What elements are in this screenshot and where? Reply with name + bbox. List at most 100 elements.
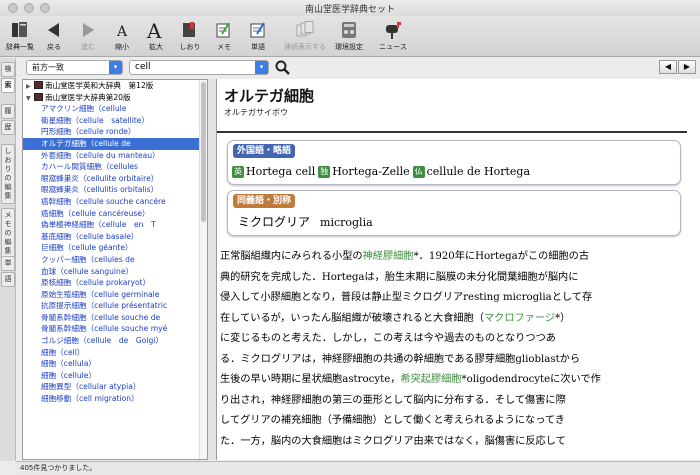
body-text: た．一方，脳内の大食細胞はミクログリア由来ではなく，脳傷害に反応して bbox=[220, 435, 566, 447]
cross-reference-link[interactable]: マクロファージ bbox=[484, 313, 555, 324]
list-item[interactable]: クッパー細胞（cellules de bbox=[23, 254, 207, 266]
body-text: *．1920年にHortegaがこの細胞の古 bbox=[413, 251, 590, 262]
status-bar: 405件見つかりました。 bbox=[16, 461, 700, 475]
preferences-button[interactable]: 環境設定 bbox=[327, 16, 371, 56]
word-button[interactable]: 単語 bbox=[241, 16, 275, 56]
forward-button[interactable]: 進む bbox=[71, 16, 105, 56]
cross-reference-link[interactable]: 希突起膠細胞 bbox=[400, 374, 461, 385]
list-item[interactable]: 円形細胞（cellule ronde） bbox=[23, 126, 207, 138]
list-item[interactable]: 眼窩蜂巣炎（cellulite orbitaire） bbox=[23, 173, 207, 185]
search-query-text: cell bbox=[135, 62, 151, 72]
book-node[interactable]: ▼ 南山堂医学大辞典第20版 bbox=[23, 92, 207, 104]
list-item[interactable]: 癌幹細胞（cellule souche cancére bbox=[23, 196, 207, 208]
font-larger-button[interactable]: A 拡大 bbox=[139, 16, 173, 56]
body-text: 典的研究を完成した．Hortegaは，胎生末期に脳膜の未分化間葉細胞が脳内に bbox=[220, 271, 579, 283]
list-item[interactable]: 細胞（cellule） bbox=[23, 370, 207, 382]
tab-memo-edit[interactable]: メモの編集 bbox=[1, 208, 15, 259]
result-list: ▶ 南山堂医学英和大辞典 第12版 ▼ 南山堂医学大辞典第20版 アマクリン細胞（c… bbox=[22, 79, 208, 460]
book-node[interactable]: ▶ 南山堂医学英和大辞典 第12版 bbox=[23, 80, 207, 92]
entry-view: オルテガ細胞 オルテガサイボウ 外国語・略語 英 Hortega cell 独 Hor… bbox=[216, 79, 700, 460]
svg-text:A: A bbox=[146, 20, 162, 40]
next-entry-button[interactable]: ▶ bbox=[678, 60, 696, 74]
list-item[interactable]: 偽単極神経細胞（cellule en T bbox=[23, 219, 207, 231]
app-window: 南山堂医学辞典セット 辞典一覧 戻る 進む A 縮小 A 拡大 しおり メモ 単… bbox=[0, 0, 700, 475]
tab-index[interactable]: 索 bbox=[1, 78, 15, 93]
book-list-icon bbox=[10, 19, 30, 41]
memo-button[interactable]: メモ bbox=[207, 16, 241, 56]
synonym-en: microglia bbox=[320, 216, 373, 229]
settings-icon bbox=[339, 19, 359, 41]
dictionary-list-button[interactable]: 辞典一覧 bbox=[3, 16, 37, 56]
body-text: *oligodendrocyteに次いで作 bbox=[461, 374, 601, 385]
foreign-terms: 英 Hortega cell 独 Hortega-Zelle 仏 cellule de H… bbox=[232, 165, 533, 178]
chevron-down-icon: ▾ bbox=[109, 61, 122, 74]
bookmark-button[interactable]: しおり bbox=[173, 16, 207, 56]
list-item[interactable]: 原核細胞（cellule prokaryot） bbox=[23, 277, 207, 289]
list-item[interactable]: カハール間質細胞（cellules bbox=[23, 161, 207, 173]
cross-reference-link[interactable]: 神経膠細胞 bbox=[363, 251, 414, 262]
list-item[interactable]: 癌細胞（cellule cancéreuse） bbox=[23, 208, 207, 220]
list-item[interactable]: 骨髄系幹細胞（cellule souche myé bbox=[23, 323, 207, 335]
list-item[interactable]: 巨細胞（cellule géante） bbox=[23, 242, 207, 254]
close-window-button[interactable] bbox=[8, 3, 18, 13]
search-input[interactable]: cell ▾ bbox=[129, 60, 269, 75]
history-dropdown-icon[interactable]: ▾ bbox=[255, 61, 268, 74]
foreign-term: cellule de Hortega bbox=[426, 165, 531, 178]
list-item[interactable]: 眼窩蜂巣炎（cellulitis orbitalis） bbox=[23, 184, 207, 196]
list-item[interactable]: 細胞異型（cellular atypia） bbox=[23, 381, 207, 393]
list-item[interactable]: 基底細胞（cellule basale） bbox=[23, 231, 207, 243]
back-button[interactable]: 戻る bbox=[37, 16, 71, 56]
list-item[interactable]: 骨髄系幹細胞（cellule souche de bbox=[23, 312, 207, 324]
list-item[interactable]: 抗原提示細胞（cellule présentatric bbox=[23, 300, 207, 312]
list-scrollbar[interactable] bbox=[199, 80, 207, 459]
book-title: 南山堂医学英和大辞典 第12版 bbox=[45, 81, 154, 90]
list-item[interactable]: 細胞（cell） bbox=[23, 347, 207, 359]
list-item[interactable]: オルテガ細胞（cellule de bbox=[23, 137, 207, 150]
body-text: *） bbox=[555, 312, 571, 324]
foreign-term: Hortega cell bbox=[246, 165, 316, 178]
disclosure-collapsed-icon[interactable]: ▶ bbox=[26, 81, 34, 92]
tab-search[interactable]: 検 bbox=[1, 62, 15, 77]
body-line: 在しているが，いったん脳組織が破壊されると大食細胞（マクロファージ*） bbox=[220, 309, 690, 330]
news-button[interactable]: ニュース bbox=[371, 16, 415, 56]
search-button[interactable] bbox=[274, 59, 291, 76]
font-larger-icon: A bbox=[146, 19, 166, 41]
minimize-window-button[interactable] bbox=[24, 3, 34, 13]
pane-splitter[interactable] bbox=[208, 79, 216, 460]
tab-bookmark-edit[interactable]: しおりの編集 bbox=[1, 144, 15, 204]
tab-history-1[interactable]: 履 bbox=[1, 104, 15, 119]
entry-body-text: 正常脳組織内にみられる小型の神経膠細胞*．1920年にHortegaがこの細胞の… bbox=[220, 247, 690, 452]
continuous-view-button[interactable]: 連続表示する bbox=[283, 16, 327, 56]
tab-history-2[interactable]: 歴 bbox=[1, 120, 15, 135]
body-text: 正常脳組織内にみられる小型の bbox=[220, 251, 363, 262]
window-title: 南山堂医学辞典セット bbox=[304, 4, 395, 15]
tab-word-1[interactable]: 単 bbox=[1, 256, 15, 271]
synonyms-badge: 同義語・別称 bbox=[233, 194, 296, 208]
toolbar: 辞典一覧 戻る 進む A 縮小 A 拡大 しおり メモ 単語 連続表示する 環境… bbox=[0, 16, 700, 57]
scroll-thumb[interactable] bbox=[201, 82, 206, 222]
svg-text:A: A bbox=[116, 24, 128, 39]
font-smaller-button[interactable]: A 縮小 bbox=[105, 16, 139, 56]
synonym-ja: ミクログリア bbox=[238, 215, 311, 229]
zoom-window-button[interactable] bbox=[40, 3, 50, 13]
language-badge: 英 bbox=[232, 165, 244, 178]
list-item[interactable]: 原始生殖細胞（cellule germinale bbox=[23, 289, 207, 301]
body-line: してグリアの補充細胞（予備細胞）として働くと考えられるようになってき bbox=[220, 411, 690, 432]
list-item[interactable]: 細胞移動（cell migration） bbox=[23, 393, 207, 405]
language-badge: 仏 bbox=[412, 165, 425, 178]
list-item[interactable]: 血球（cellule sanguine） bbox=[23, 266, 207, 278]
foreign-term: Hortega-Zelle bbox=[332, 165, 410, 178]
search-mode-select[interactable]: 前方一致 ▾ bbox=[26, 60, 123, 75]
prev-entry-button[interactable]: ◀ bbox=[659, 60, 677, 74]
body-text: り出され，神経膠細胞の第三の亜形として脳内に分布する．そして傷害に際 bbox=[220, 394, 566, 406]
list-item[interactable]: 衛星細胞（cellule satellite） bbox=[23, 115, 207, 127]
list-item[interactable]: 外套細胞（cellule du manteau） bbox=[23, 150, 207, 162]
search-mode-value: 前方一致 bbox=[32, 63, 64, 72]
body-line: 典的研究を完成した．Hortegaは，胎生末期に脳膜の未分化間葉細胞が脳内に bbox=[220, 268, 690, 289]
list-item[interactable]: 細胞（cellula） bbox=[23, 358, 207, 370]
list-item[interactable]: ゴルジ細胞（cellule de Golgi） bbox=[23, 335, 207, 347]
disclosure-expanded-icon[interactable]: ▼ bbox=[26, 93, 34, 104]
side-tab-strip: 検 索 履 歴 しおりの編集 メモの編集 単 語 bbox=[0, 58, 16, 461]
tab-word-2[interactable]: 語 bbox=[1, 272, 15, 287]
list-item[interactable]: アマクリン細胞（cellule bbox=[23, 103, 207, 115]
